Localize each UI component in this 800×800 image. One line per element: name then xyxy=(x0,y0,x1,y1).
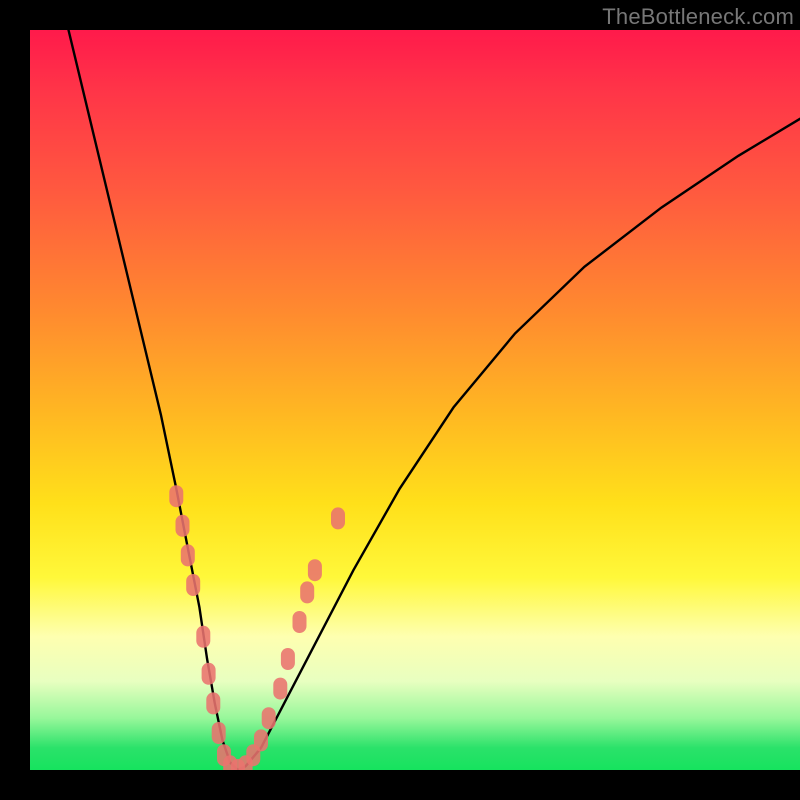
chart-frame: TheBottleneck.com xyxy=(0,0,800,800)
marker-dot xyxy=(262,707,276,729)
marker-dot xyxy=(176,515,190,537)
marker-dot xyxy=(202,663,216,685)
marker-dot xyxy=(181,544,195,566)
marker-dot xyxy=(293,611,307,633)
marker-dot xyxy=(308,559,322,581)
bottleneck-curve xyxy=(69,30,800,770)
marker-dot xyxy=(212,722,226,744)
plot-area xyxy=(30,30,800,770)
marker-dot xyxy=(169,485,183,507)
markers-layer xyxy=(169,485,345,770)
chart-svg xyxy=(30,30,800,770)
marker-dot xyxy=(254,729,268,751)
marker-dot xyxy=(206,692,220,714)
marker-dot xyxy=(331,507,345,529)
marker-dot xyxy=(196,626,210,648)
marker-dot xyxy=(281,648,295,670)
marker-dot xyxy=(300,581,314,603)
watermark-text: TheBottleneck.com xyxy=(602,4,794,30)
marker-dot xyxy=(273,678,287,700)
marker-dot xyxy=(186,574,200,596)
curve-layer xyxy=(69,30,800,770)
